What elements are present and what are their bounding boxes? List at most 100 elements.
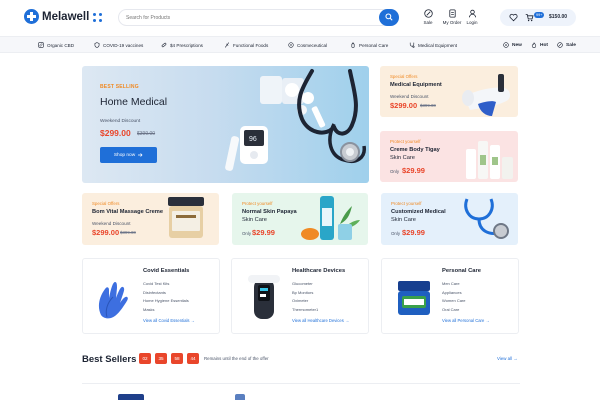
thermometer-gun-image	[462, 74, 511, 116]
promo-name: Bom Vital Massage Creme	[92, 209, 164, 215]
promo-name: Normal Skin Papaya	[242, 209, 297, 215]
header: Melawell Sale My Order Login 99+ $150.00	[0, 0, 600, 36]
nav-item-cosmeceutical[interactable]: Cosmeceutical	[288, 42, 327, 48]
papaya-skincare-image	[301, 196, 360, 240]
pill-icon	[161, 42, 167, 48]
category-link[interactable]: Women Care	[442, 298, 466, 303]
category-list: Men Care Appliances Women Care Oral Care	[442, 281, 466, 315]
shop-now-button[interactable]: Shop now	[100, 147, 157, 163]
promo-massage-creme[interactable]: Special Offers Bom Vital Massage Creme W…	[82, 193, 219, 245]
category-link[interactable]: Disinfectants	[143, 290, 189, 295]
product-row-divider	[82, 383, 520, 384]
nav-label: $4 Prescriptions	[170, 42, 203, 48]
category-title: Personal Care	[442, 268, 481, 274]
heart-icon[interactable]	[509, 13, 518, 22]
arrow-right-icon: →	[345, 318, 350, 323]
promo-old-price: $399.00	[120, 230, 136, 235]
category-link[interactable]: Glucometer	[292, 281, 318, 286]
cart-total: $150.00	[549, 14, 568, 20]
shop-now-label: Shop now	[113, 152, 136, 158]
hero-price: $299.00	[100, 128, 131, 138]
view-all-label: View all Covid Essentials	[143, 318, 190, 323]
logo[interactable]: Melawell	[24, 9, 89, 24]
category-nav: Organic CBD COVID-19 vaccines $4 Prescri…	[0, 36, 600, 53]
nav-label: Medical Equipment	[418, 42, 458, 48]
apps-grid-icon[interactable]	[93, 13, 102, 22]
cart-icon[interactable]	[525, 13, 534, 22]
arrow-right-icon: →	[485, 318, 490, 323]
promo-price: $299.00	[390, 101, 418, 110]
countdown-minutes: 58	[171, 353, 183, 364]
skincare-set-image	[466, 141, 513, 179]
arrow-right-icon: →	[190, 318, 195, 323]
nav-sale-label: Sale	[566, 42, 576, 48]
category-title: Covid Essentials	[143, 268, 190, 274]
login-link[interactable]: Login	[457, 9, 487, 25]
svg-text:96: 96	[249, 136, 257, 143]
nav-item-prescriptions[interactable]: $4 Prescriptions	[161, 42, 203, 48]
view-all-covid-link[interactable]: View all Covid Essentials →	[143, 318, 195, 323]
nav-label: Organic CBD	[47, 42, 75, 48]
countdown-hours: 35	[155, 353, 167, 364]
nav-item-covid-vaccines[interactable]: COVID-19 vaccines	[94, 42, 143, 48]
countdown-days: 02	[139, 353, 151, 364]
nav-item-personal-care[interactable]: Personal Care	[350, 42, 388, 48]
category-link[interactable]: Masks	[143, 307, 189, 312]
nav-label: Cosmeceutical	[297, 42, 328, 48]
new-badge-icon	[503, 42, 509, 48]
promo-tag: Protect yourself	[242, 201, 273, 206]
category-link[interactable]: Oral Care	[442, 307, 466, 312]
category-list: Covid Test Kits Disinfectants Home Hygie…	[143, 281, 189, 315]
category-link[interactable]: Home Hygiene Essentials	[143, 298, 189, 303]
product-thumb-top	[235, 394, 245, 400]
vaporub-jar-image	[398, 281, 430, 315]
search-bar	[118, 9, 399, 26]
best-sellers-title: Best Sellers	[82, 354, 137, 365]
flame-icon	[531, 42, 537, 48]
nav-sale[interactable]: Sale	[557, 42, 576, 48]
category-link[interactable]: Covid Test Kits	[143, 281, 189, 286]
view-all-personal-care-link[interactable]: View all Personal Care →	[442, 318, 490, 323]
nav-new-label: New	[512, 42, 522, 48]
leaf-icon	[38, 42, 44, 48]
promo-medical-equipment[interactable]: Special Offers Medical Equipment Weekend…	[380, 66, 518, 117]
nav-label: Personal Care	[359, 42, 389, 48]
promo-normal-skin-papaya[interactable]: Protect yourself Normal Skin Papaya Skin…	[232, 193, 368, 245]
promo-price: $29.99	[252, 228, 275, 237]
logo-cross-icon	[24, 9, 39, 24]
promo-price: $299.00	[92, 228, 120, 237]
creme-jar-image	[168, 197, 204, 238]
nav-label: Functional Foods	[233, 42, 269, 48]
view-all-healthcare-link[interactable]: View all Healthcare Devices →	[292, 318, 349, 323]
search-button[interactable]	[379, 9, 399, 26]
promo-customized-medical[interactable]: Protect yourself Customized Medical Skin…	[381, 193, 518, 245]
cart-pill[interactable]: 99+ $150.00	[500, 9, 576, 26]
promo-only: Only	[391, 231, 401, 236]
stethoscope-image	[464, 198, 509, 239]
promo-name: Creme Body Tigay	[390, 147, 440, 153]
login-label: Login	[466, 20, 478, 25]
view-all-label: View all Personal Care	[442, 318, 485, 323]
category-link[interactable]: Men Care	[442, 281, 466, 286]
arrow-right-icon: →	[513, 356, 518, 361]
nav-hot[interactable]: Hot	[531, 42, 548, 48]
nav-item-organic-cbd[interactable]: Organic CBD	[38, 42, 74, 48]
promo-subtitle: Skin Care	[242, 217, 267, 223]
countdown-seconds: 44	[187, 353, 199, 364]
cosmetic-icon	[288, 42, 294, 48]
search-input[interactable]	[126, 15, 366, 21]
countdown-note: Remains until the end of the offer	[204, 356, 269, 361]
nav-item-medical-equipment[interactable]: Medical Equipment	[409, 42, 457, 48]
category-link[interactable]: Thermometer1	[292, 307, 318, 312]
promo-only: Only	[390, 169, 400, 174]
nav-new[interactable]: New	[503, 42, 522, 48]
category-link[interactable]: Appliances	[442, 290, 466, 295]
category-link[interactable]: Bp Monitors	[292, 290, 318, 295]
hero-title: Home Medical	[100, 96, 168, 108]
nav-item-functional-foods[interactable]: Functional Foods	[224, 42, 268, 48]
user-icon	[468, 9, 476, 18]
category-link[interactable]: Oximeter	[292, 298, 318, 303]
view-all-label: View all	[497, 356, 513, 361]
best-sellers-view-all-link[interactable]: View all →	[497, 356, 518, 361]
promo-creme-body[interactable]: Protect yourself Creme Body Tigay Skin C…	[380, 131, 518, 182]
